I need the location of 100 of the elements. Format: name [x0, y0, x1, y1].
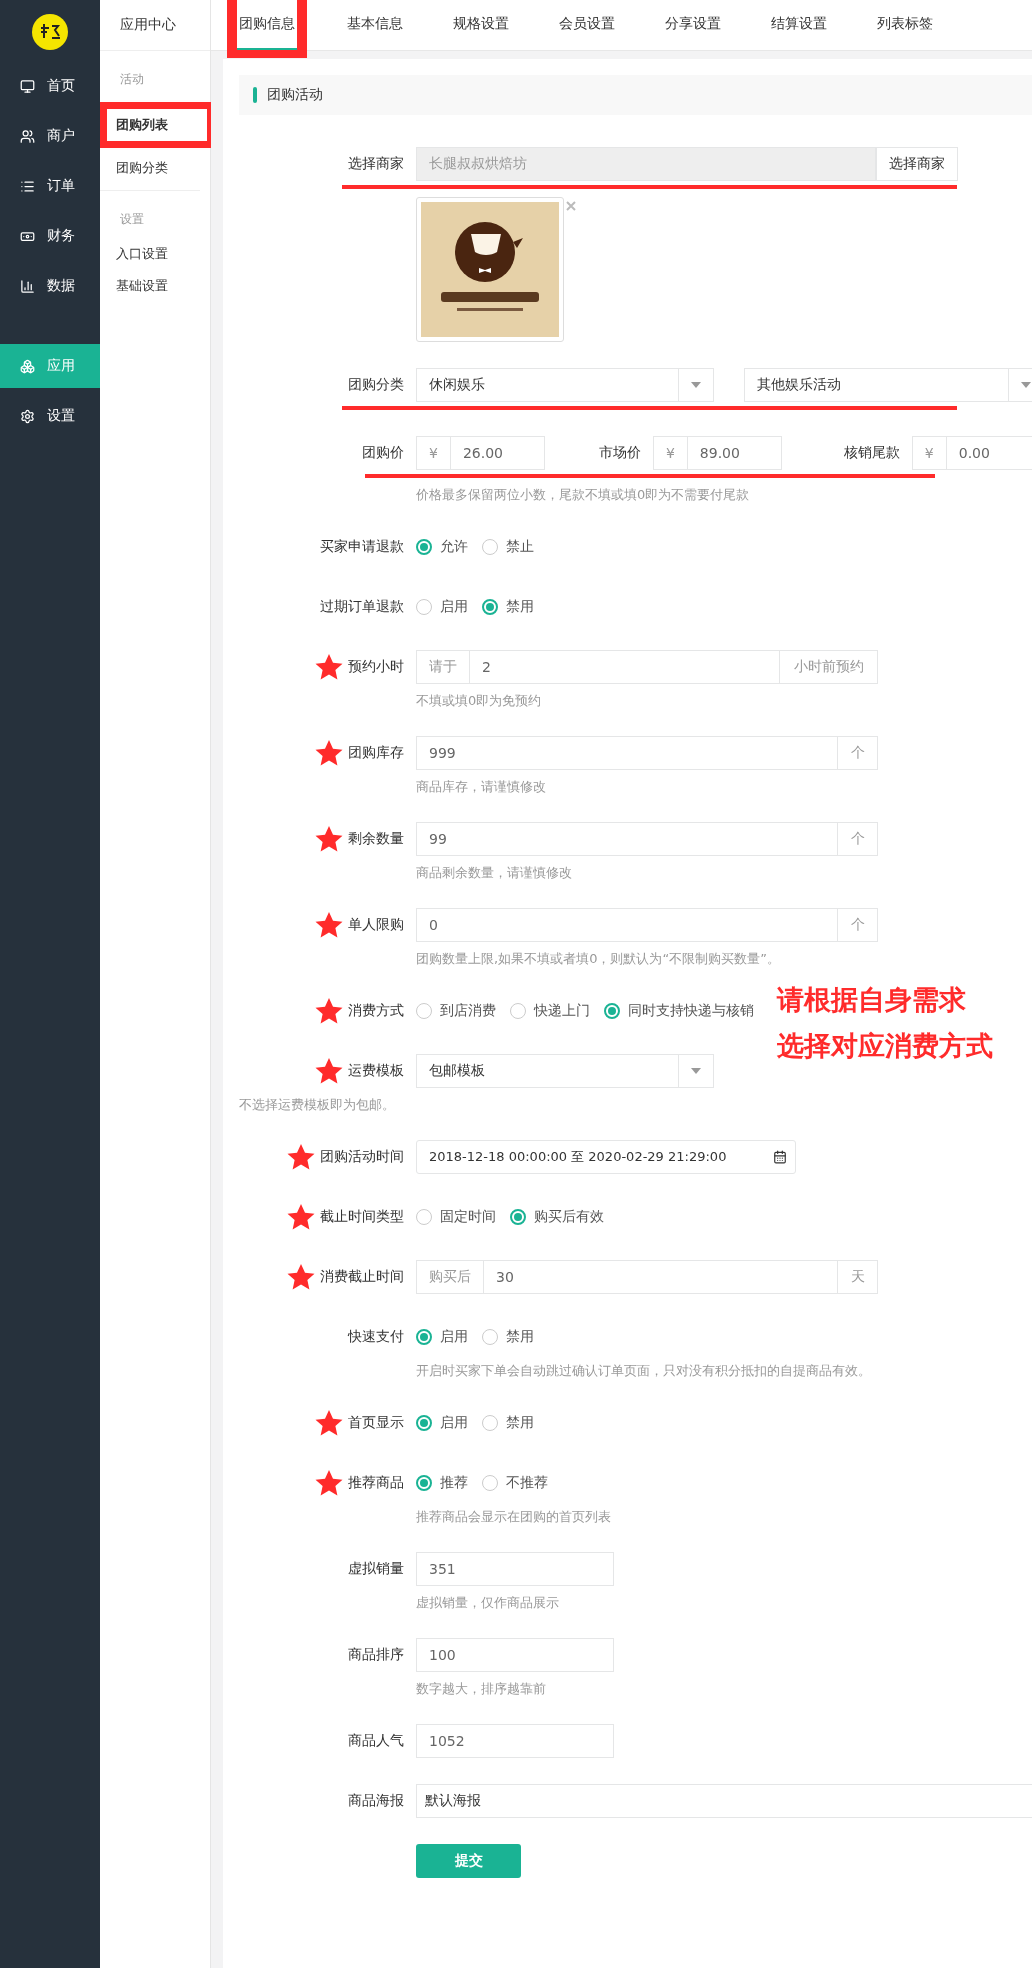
field-label: 选择商家	[348, 155, 404, 173]
caret-icon	[691, 382, 701, 388]
subnav-item[interactable]: 团购列表	[107, 109, 207, 141]
sidebar-item[interactable]: 订单	[0, 164, 100, 208]
field-label: 预约小时	[348, 658, 404, 676]
field-label: 消费截止时间	[320, 1268, 404, 1286]
calendar-icon	[773, 1150, 787, 1164]
field-label: 团购活动时间	[320, 1148, 404, 1166]
date-range-field[interactable]: 2018-12-18 00:00:00 至 2020-02-29 21:29:00	[416, 1140, 796, 1174]
radio-option[interactable]: 禁止	[482, 538, 534, 556]
category-select[interactable]: 休闲娱乐	[416, 368, 714, 402]
field-label: 团购库存	[348, 744, 404, 762]
help-text: 虚拟销量，仅作商品展示	[416, 1594, 560, 1612]
caret-icon	[691, 1068, 701, 1074]
currency-addon: ¥	[652, 436, 688, 470]
sidebar-item[interactable]: 首页	[0, 64, 100, 108]
radio-option[interactable]: 允许	[416, 538, 468, 556]
panel-title: 团购活动	[267, 86, 323, 104]
delete-icon[interactable]	[566, 201, 576, 211]
sidebar-item[interactable]: 财务	[0, 214, 100, 258]
section-heading: 设置	[119, 211, 145, 228]
field-label: 推荐商品	[348, 1474, 404, 1492]
radio-option[interactable]: 到店消费	[416, 1002, 496, 1020]
sidebar-item[interactable]: 数据	[0, 264, 100, 308]
logo-icon	[32, 14, 68, 50]
help-text: 不填或填0即为免预约	[416, 692, 543, 710]
help-text: 价格最多保留两位小数，尾款不填或填0即为不需要付尾款	[416, 486, 751, 504]
tab[interactable]: 团购信息	[237, 0, 297, 50]
radio-option[interactable]: 同时支持快递与核销	[604, 1002, 754, 1020]
help-text: 商品剩余数量，请谨慎修改	[416, 864, 573, 882]
radio-option[interactable]: 启用	[416, 1328, 468, 1346]
input-field[interactable]: 100	[416, 1638, 614, 1672]
category-select[interactable]: 其他娱乐活动	[744, 368, 1032, 402]
field-label: 快速支付	[348, 1328, 404, 1346]
currency-addon: ¥	[911, 436, 947, 470]
input-prefix: 购买后	[416, 1260, 484, 1294]
help-text: 团购数量上限,如果不填或者填0，则默认为“不限制购买数量”。	[416, 950, 781, 968]
radio-option[interactable]: 启用	[416, 1414, 468, 1432]
help-text: 推荐商品会显示在团购的首页列表	[416, 1508, 612, 1526]
radio-option[interactable]: 禁用	[482, 1414, 534, 1432]
input-prefix: 请于	[416, 650, 470, 684]
input-suffix: 小时前预约	[780, 650, 878, 684]
currency-addon: ¥	[416, 436, 451, 470]
input-field[interactable]: 99	[416, 822, 838, 856]
input-field[interactable]: 999	[416, 736, 838, 770]
accent-bar	[253, 87, 257, 103]
radio-option[interactable]: 推荐	[416, 1474, 468, 1492]
field-label: 单人限购	[348, 916, 404, 934]
field-label: 买家申请退款	[320, 538, 404, 556]
input-field[interactable]: 30	[484, 1260, 838, 1294]
price-input[interactable]: 26.00	[450, 436, 545, 470]
field-label: 运费模板	[348, 1062, 404, 1080]
monitor-icon	[20, 78, 35, 94]
field-label: 截止时间类型	[320, 1208, 404, 1226]
sidebar-item[interactable]: 商户	[0, 114, 100, 158]
field-label: 商品排序	[348, 1646, 404, 1664]
radio-option[interactable]: 快递上门	[510, 1002, 590, 1020]
input-field[interactable]: 1052	[416, 1724, 614, 1758]
users-icon	[20, 128, 35, 144]
radio-option[interactable]: 固定时间	[416, 1208, 496, 1226]
input-suffix: 个	[838, 736, 878, 770]
subnav-title: 应用中心	[100, 0, 210, 51]
radio-option[interactable]: 禁用	[482, 1328, 534, 1346]
radio-option[interactable]: 启用	[416, 598, 468, 616]
field-label: 消费方式	[348, 1002, 404, 1020]
input-field[interactable]: 2	[470, 650, 780, 684]
section-heading: 活动	[119, 71, 145, 88]
radio-option[interactable]: 禁用	[482, 598, 534, 616]
template-select[interactable]: 包邮模板	[416, 1054, 714, 1088]
field-label: 商品海报	[348, 1792, 404, 1810]
help-text: 开启时买家下单会自动跳过确认订单页面，只对没有积分抵扣的自提商品有效。	[416, 1362, 872, 1380]
annotation-text: 请根据自身需求	[777, 983, 967, 1017]
list-icon	[20, 178, 35, 194]
radio-option[interactable]: 购买后有效	[510, 1208, 604, 1226]
field-label: 过期订单退款	[320, 598, 404, 616]
field-label: 团购分类	[348, 376, 404, 394]
radio-option[interactable]: 不推荐	[482, 1474, 548, 1492]
help-text: 数字越大，排序越靠前	[416, 1680, 547, 1698]
field-label: 剩余数量	[348, 830, 404, 848]
input-suffix: 天	[838, 1260, 878, 1294]
field-label: 商品人气	[348, 1732, 404, 1750]
field-label: 核销尾款	[843, 444, 900, 462]
field-label: 市场价	[598, 444, 641, 462]
settings-icon	[20, 408, 35, 424]
caret-icon	[1021, 382, 1031, 388]
input-field[interactable]: 0	[416, 908, 838, 942]
input-suffix: 个	[838, 908, 878, 942]
poster-select[interactable]: 默认海报	[416, 1784, 1032, 1818]
price-input[interactable]: 89.00	[687, 436, 782, 470]
bar-chart-icon	[20, 278, 35, 294]
price-input[interactable]: 0.00	[946, 436, 1032, 470]
field-label: 虚拟销量	[348, 1560, 404, 1578]
input-field[interactable]: 351	[416, 1552, 614, 1586]
annotation-text: 选择对应消费方式	[777, 1029, 993, 1063]
sidebar-item[interactable]: 设置	[0, 394, 100, 438]
field-label: 首页显示	[348, 1414, 404, 1432]
boxes-icon	[20, 358, 35, 374]
select-merchant-button[interactable]: 选择商家	[876, 147, 958, 181]
help-text: 不选择运费模板即为包邮。	[239, 1096, 396, 1114]
help-text: 商品库存，请谨慎修改	[416, 778, 547, 796]
